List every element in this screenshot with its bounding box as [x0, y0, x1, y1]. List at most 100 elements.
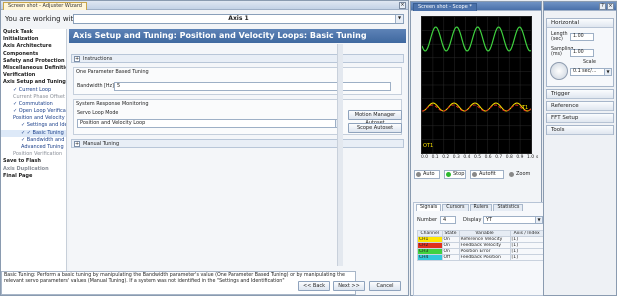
nav-item[interactable]: ✓ Bandwidth and St: [1, 137, 66, 144]
close-icon[interactable]: ×: [607, 3, 614, 10]
back-button[interactable]: << Back: [298, 281, 330, 291]
fft-pane[interactable]: FFT Setup: [546, 113, 614, 123]
nav-item[interactable]: ✓ Current Loop: [1, 87, 66, 94]
sampling-field[interactable]: 1.00: [570, 49, 594, 57]
wizard-main-panel: Axis Setup and Tuning: Position and Velo…: [1, 29, 406, 295]
system-response-box: System Response Monitoring Servo Loop Mo…: [73, 99, 402, 135]
chevron-down-icon[interactable]: ▼: [395, 15, 403, 23]
scale-knob[interactable]: [550, 62, 568, 80]
expand-icon[interactable]: +: [74, 141, 80, 147]
servo-mode-select[interactable]: Position and Velocity Loop ▼: [77, 119, 343, 128]
tick-label: 0.7: [495, 155, 503, 160]
help-icon[interactable]: ?: [599, 3, 606, 10]
nav-item[interactable]: ✓ Settings and Ider: [1, 122, 66, 129]
one-parameter-tuning-box: One Parameter Based Tuning Bandwidth [Hz…: [73, 67, 402, 95]
number-select[interactable]: 4: [440, 216, 456, 224]
axis-selector-bar: You are working with Axis: Axis 1 ▼: [3, 13, 406, 25]
scope-autoset-button[interactable]: Scope Autoset: [348, 123, 402, 133]
nav-item[interactable]: Quick Task: [1, 29, 66, 36]
stop-button[interactable]: Stop: [444, 170, 466, 179]
nav-item[interactable]: Current Phase Offset: [1, 94, 66, 101]
number-row: Number 4 Display YT ▼: [417, 216, 543, 225]
horizontal-header[interactable]: Horizontal: [547, 19, 613, 28]
wizard-title-tab[interactable]: Screen shot - Adjuster Wizard: [3, 2, 87, 10]
tick-label: 0.9: [516, 155, 524, 160]
nav-item[interactable]: ✓ ✓ Basic Tuning: [1, 129, 66, 137]
nav-item[interactable]: Components: [1, 51, 66, 58]
length-label: Length (sec): [551, 32, 568, 42]
display-value: YT: [486, 217, 493, 223]
instructions-section[interactable]: + Instructions: [71, 54, 404, 63]
tab-rulers[interactable]: Rulers: [469, 204, 493, 211]
nav-item[interactable]: Final Page: [1, 173, 66, 180]
tick-label: 0.5: [474, 155, 481, 160]
nav-item[interactable]: Position Verification: [1, 151, 66, 158]
one-param-title: One Parameter Based Tuning: [76, 69, 149, 75]
cell-ch: CH4: [417, 254, 443, 261]
length-value: 1.00: [573, 34, 584, 39]
tab-signals[interactable]: Signals: [416, 204, 442, 211]
column-header: State: [441, 230, 460, 237]
nav-item[interactable]: Axis Duplication: [1, 166, 66, 173]
trigger-header[interactable]: Trigger: [547, 90, 613, 99]
number-label: Number: [417, 217, 438, 223]
scope-display[interactable]: T1 OT1: [421, 16, 532, 154]
tools-pane[interactable]: Tools: [546, 125, 614, 135]
zoom-button[interactable]: Zoom: [508, 170, 538, 179]
nav-item[interactable]: Save to Flash: [1, 158, 66, 165]
tab-statistics[interactable]: Statistics: [493, 204, 524, 211]
manual-tuning-label: Manual Tuning: [83, 141, 120, 147]
cancel-button[interactable]: Cancel: [369, 281, 401, 291]
zoom-icon: [509, 172, 514, 177]
scrollbar[interactable]: [337, 44, 343, 266]
display-select[interactable]: YT ▼: [483, 216, 543, 224]
nav-item[interactable]: Position and Velocity: [1, 115, 66, 122]
stop-icon: [446, 172, 451, 177]
next-button[interactable]: Next >>: [333, 281, 365, 291]
fft-header[interactable]: FFT Setup: [547, 114, 613, 123]
tick-label: 0.3: [452, 155, 460, 160]
nav-item[interactable]: Advanced Tuning: [1, 144, 66, 151]
nav-item[interactable]: Miscellaneous Definitio: [1, 65, 66, 72]
length-field[interactable]: 1.00: [570, 33, 594, 41]
sampling-value: 1.00: [573, 50, 584, 55]
nav-item[interactable]: Axis Setup and Tuning: [1, 79, 66, 86]
marker-ot1: OT1: [423, 143, 433, 149]
reference-header[interactable]: Reference: [547, 102, 613, 111]
bandwidth-field[interactable]: 5: [114, 82, 391, 91]
chevron-down-icon[interactable]: ▼: [604, 69, 611, 75]
tab-cursors[interactable]: Cursors: [442, 204, 469, 211]
tick-label: 0.1: [431, 155, 439, 160]
tick-unit: s: [536, 155, 539, 160]
nav-item[interactable]: Verification: [1, 72, 66, 79]
nav-item[interactable]: ✓ Commutation: [1, 101, 66, 108]
auto-button[interactable]: Auto: [414, 170, 440, 179]
nav-item[interactable]: Initialization: [1, 36, 66, 43]
servo-mode-value: Position and Velocity Loop: [80, 120, 146, 126]
scope-title-tab[interactable]: Screen shot - Scope *: [413, 3, 477, 11]
chevron-down-icon[interactable]: ▼: [535, 217, 542, 223]
page-title: Axis Setup and Tuning: Position and Velo…: [69, 29, 406, 43]
scope-waveforms: T1 OT1: [421, 17, 532, 153]
scale-label: Scale: [583, 60, 596, 65]
stop-label: Stop: [453, 171, 465, 177]
signals-tabs: Signals Cursors Rulers Statistics: [416, 204, 524, 211]
tick-label: 0.8: [505, 155, 513, 160]
trigger-pane[interactable]: Trigger: [546, 89, 614, 99]
scale-value: 0.1 sec/...: [573, 69, 597, 74]
scope-settings-panel: ? × Horizontal Length (sec) 1.00 Samplin…: [543, 1, 617, 296]
nav-item[interactable]: ✓ Open Loop Verificatio: [1, 108, 66, 115]
manual-tuning-section[interactable]: + Manual Tuning: [71, 139, 404, 148]
nav-item[interactable]: Axis Architecture: [1, 43, 66, 50]
nav-item[interactable]: Safety and Protection: [1, 58, 66, 65]
autofit-button[interactable]: Autofit: [470, 170, 504, 179]
scale-select[interactable]: 0.1 sec/... ▼: [570, 68, 612, 76]
marker-t1: T1: [521, 105, 528, 111]
tools-header[interactable]: Tools: [547, 126, 613, 135]
motion-manager-autoset-button[interactable]: Motion Manager Autoset: [348, 110, 402, 126]
reference-pane[interactable]: Reference: [546, 101, 614, 111]
axis-select[interactable]: Axis 1 ▼: [73, 14, 404, 24]
close-icon[interactable]: ×: [399, 2, 406, 9]
wizard-step-tree: Quick Task Initialization Axis Architectur…: [1, 29, 67, 295]
expand-icon[interactable]: +: [74, 56, 80, 62]
